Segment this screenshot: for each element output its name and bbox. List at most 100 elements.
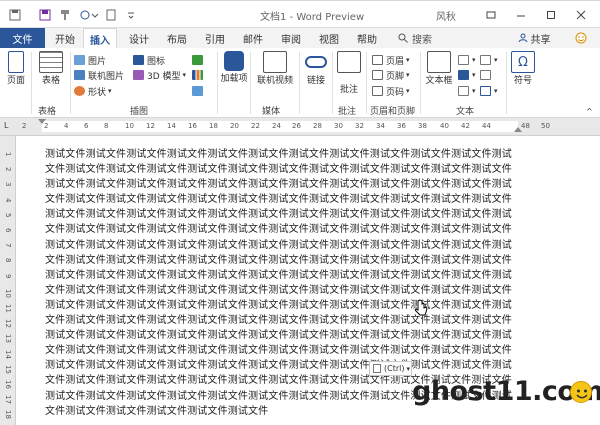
maximize-icon[interactable] [540, 5, 562, 25]
ruler-tick-label: 18 [209, 122, 218, 130]
online-picture-button[interactable]: 联机图片 [74, 68, 124, 82]
3d-model-button[interactable]: 3D 模型 ▾ [133, 68, 186, 82]
date-time-button[interactable] [480, 68, 494, 82]
calendar-icon [480, 70, 491, 80]
textbox-button[interactable]: 文本框 [424, 51, 454, 87]
ruler-tick-label: 32 [355, 122, 364, 130]
page-number-button[interactable]: 页码 ▾ [372, 84, 410, 98]
signature-line-button[interactable]: ▾ [480, 53, 498, 67]
user-name[interactable]: 风秋 [436, 8, 456, 23]
table-button[interactable]: 表格 [36, 51, 66, 87]
addins-label: 加载项 [220, 74, 248, 84]
symbols-button[interactable]: Ω 符号 [511, 51, 535, 87]
chevron-down-icon: ▾ [406, 56, 410, 64]
vruler-tick-label: 16 [4, 380, 12, 389]
separator [506, 52, 507, 114]
quick-parts-button[interactable]: ▾ [458, 53, 476, 67]
tab-references[interactable]: 引用 [198, 28, 232, 48]
tab-insert[interactable]: 插入 [83, 28, 117, 49]
window-title: 文档1 - Word Preview [260, 12, 365, 23]
separator [420, 52, 421, 114]
cube-icon [133, 70, 144, 80]
tab-review[interactable]: 审阅 [274, 28, 308, 48]
collapse-ribbon-icon[interactable]: ^ [586, 104, 593, 118]
object-button[interactable]: ▾ [480, 84, 498, 98]
illustrations-group-label: 插图 [130, 107, 149, 117]
paste-options-label: (Ctrl) [384, 364, 405, 373]
close-icon[interactable] [570, 5, 592, 25]
ribbon-tabs: 文件 开始 插入 设计 布局 引用 邮件 审阅 视图 帮助 搜索 共享 [0, 28, 600, 49]
minimize-icon[interactable] [510, 5, 532, 25]
video-icon [263, 51, 287, 73]
clipboard-icon [373, 364, 381, 373]
online-video-button[interactable]: 联机视频 [254, 51, 296, 87]
touch-mode-icon[interactable] [78, 7, 100, 23]
vruler-tick-label: 4 [4, 197, 12, 203]
links-button[interactable]: 链接 [302, 51, 330, 87]
icons-button[interactable]: 图标 [133, 53, 165, 67]
table-group-label: 表格 [38, 107, 57, 117]
tab-selector-icon[interactable]: L [4, 121, 8, 130]
picture-button[interactable]: 图片 [74, 53, 106, 67]
wordart-button[interactable]: ▾ [458, 68, 476, 82]
tab-help[interactable]: 帮助 [350, 28, 384, 48]
ruler-tick-label: 38 [418, 122, 427, 130]
textbox-label: 文本框 [425, 76, 453, 86]
pages-button[interactable]: 页面 [4, 51, 28, 87]
format-painter-icon[interactable] [58, 7, 72, 23]
paste-options-button[interactable]: (Ctrl) ▾ [369, 361, 412, 376]
customize-qat-icon[interactable] [124, 7, 138, 23]
first-line-indent-icon[interactable] [38, 119, 46, 124]
ribbon: 页面 表格 表格 图片 联机图片 形状 ▾ 图标 3D 模型 ▾ 插图 加载项 … [0, 48, 600, 118]
footer-button[interactable]: 页脚 ▾ [372, 68, 410, 82]
chevron-down-icon: ▾ [108, 87, 112, 95]
ruler-tick-label: 8 [104, 122, 109, 130]
3d-model-label: 3D 模型 [147, 71, 181, 82]
tab-design[interactable]: 设计 [122, 28, 156, 48]
ribbon-display-icon[interactable] [480, 5, 502, 25]
symbols-label: 符号 [513, 76, 532, 86]
separator [366, 52, 367, 114]
addins-button[interactable]: 加载项 [220, 51, 248, 85]
vruler-tick-label: 11 [4, 304, 12, 313]
tab-file[interactable]: 文件 [0, 28, 45, 48]
ruler-tick-label: 26 [292, 122, 301, 130]
comment-button[interactable]: 批注 [336, 51, 362, 96]
smartart-icon [192, 55, 203, 65]
pages-label: 页面 [6, 76, 25, 86]
smartart-button[interactable] [192, 53, 206, 67]
search-icon [398, 33, 408, 43]
tab-mailings[interactable]: 邮件 [236, 28, 270, 48]
online-picture-icon [74, 70, 85, 80]
tell-me-search[interactable]: 搜索 [392, 28, 438, 48]
textbox-icon [427, 51, 451, 73]
new-doc-icon[interactable] [104, 7, 118, 23]
comments-group-label: 批注 [338, 107, 357, 117]
table-icon [39, 51, 63, 73]
chevron-down-icon: ▾ [494, 56, 498, 64]
tab-home[interactable]: 开始 [50, 28, 80, 48]
signature-icon [480, 55, 491, 65]
separator [70, 52, 71, 114]
vertical-ruler[interactable]: 1 2 3 4 5 6 7 8 9 10 11 12 13 14 15 16 17 18 [0, 136, 16, 425]
chart-icon [192, 70, 203, 80]
chart-button[interactable] [192, 68, 206, 82]
horizontal-ruler[interactable]: L 2 2 4 6 8 10 12 14 16 18 20 22 24 26 28 30 32 34 36 38 40 4… [0, 118, 600, 136]
tab-layout[interactable]: 布局 [160, 28, 194, 48]
person-icon [518, 33, 527, 43]
icons-icon [133, 55, 144, 65]
mouse-cursor-icon [414, 299, 428, 316]
emoji-feedback-icon[interactable] [572, 28, 590, 48]
ruler-tick-label: 30 [334, 122, 343, 130]
tab-view[interactable]: 视图 [312, 28, 346, 48]
autosave-icon[interactable] [8, 7, 22, 23]
header-label: 页眉 [386, 56, 405, 67]
save-icon[interactable] [38, 7, 52, 23]
header-button[interactable]: 页眉 ▾ [372, 53, 410, 67]
screenshot-button[interactable] [192, 84, 206, 98]
dropcap-button[interactable]: ▾ [458, 84, 476, 98]
shapes-button[interactable]: 形状 ▾ [74, 84, 112, 98]
right-indent-icon[interactable] [514, 127, 522, 132]
share-button[interactable]: 共享 [514, 28, 554, 48]
dropcap-icon [458, 86, 469, 96]
